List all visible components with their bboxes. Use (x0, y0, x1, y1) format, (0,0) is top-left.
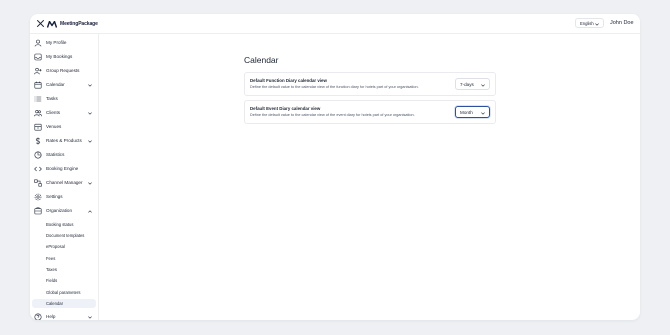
language-select[interactable]: English (575, 18, 604, 28)
sidebar-item-channel-manager[interactable]: Channel Manager (32, 177, 96, 188)
sidebar-item-label: Tasks (46, 96, 58, 101)
submenu-item-document-templates[interactable]: Document templates (32, 231, 96, 240)
select-value: Month (460, 109, 473, 115)
sidebar-item-booking-engine[interactable]: Booking Engine (32, 163, 96, 174)
submenu-item-global-parameters[interactable]: Global parameters (32, 288, 96, 297)
help-icon (34, 313, 42, 320)
sidebar-item-label: Rates & Products (46, 138, 82, 143)
setting-title: Default Event Diary calendar view (250, 106, 321, 111)
sidebar-item-calendar[interactable]: Calendar (32, 79, 96, 90)
sidebar-item-label: Organization (46, 208, 73, 213)
chevron-down-icon (88, 315, 92, 320)
building-icon (34, 123, 42, 131)
inbox-icon (34, 53, 42, 61)
setting-title: Default Function Diary calendar view (250, 78, 327, 83)
sidebar-item-label: Group Requests (46, 68, 80, 73)
submenu-item-booking-status[interactable]: Booking status (32, 220, 96, 229)
user-menu[interactable]: John Doe (610, 20, 634, 26)
sidebar-item-rates-products[interactable]: Rates & Products (32, 135, 96, 146)
users-icon (34, 109, 42, 117)
sidebar: My Profile My Bookings Group Requests Ca… (30, 34, 99, 320)
calendar-icon (34, 81, 42, 89)
chevron-down-icon (481, 83, 485, 88)
sidebar-item-label: Venues (46, 124, 62, 129)
submenu-label: Global parameters (46, 290, 81, 295)
code-icon (34, 165, 42, 173)
submenu-item-eproposal[interactable]: eProposal (32, 242, 96, 251)
sidebar-item-clients[interactable]: Clients (32, 107, 96, 118)
submenu-label: Document templates (46, 233, 85, 238)
channels-icon (34, 179, 42, 187)
sidebar-item-help[interactable]: Help (32, 311, 96, 320)
submenu-item-calendar[interactable]: Calendar (32, 299, 96, 308)
dollar-icon (34, 137, 42, 145)
submenu-item-fields[interactable]: Fields (32, 276, 96, 285)
organization-icon (34, 207, 42, 215)
sidebar-item-label: Help (46, 314, 56, 319)
sidebar-item-settings[interactable]: Settings (32, 191, 96, 202)
sidebar-item-my-bookings[interactable]: My Bookings (32, 51, 96, 62)
sidebar-item-label: Clients (46, 110, 61, 115)
sidebar-item-label: Statistics (46, 152, 65, 157)
setting-description: Define the default value to the calendar… (250, 85, 419, 89)
sidebar-item-group-requests[interactable]: Group Requests (32, 65, 96, 76)
submenu-label: Fields (46, 278, 58, 283)
brand-name: MeetingPackage (60, 21, 98, 27)
language-value: English (580, 20, 594, 26)
list-icon (34, 95, 42, 103)
select-value: 7-days (460, 81, 474, 87)
sidebar-item-label: My Profile (46, 40, 67, 45)
chevron-down-icon (88, 111, 92, 116)
user-icon (34, 39, 42, 47)
submenu-label: eProposal (46, 244, 65, 249)
setting-card-event-diary: Default Event Diary calendar view Define… (244, 100, 496, 124)
sidebar-item-label: My Bookings (46, 54, 73, 59)
sidebar-item-my-profile[interactable]: My Profile (32, 37, 96, 48)
chevron-down-icon (88, 181, 92, 186)
setting-description: Define the default value to the calendar… (250, 113, 415, 117)
sidebar-item-label: Settings (46, 194, 63, 199)
submenu-item-fees[interactable]: Fees (32, 254, 96, 263)
submenu-label: Fees (46, 256, 56, 261)
gear-icon (34, 193, 42, 201)
sidebar-item-tasks[interactable]: Tasks (32, 93, 96, 104)
submenu-label: Taxes (46, 267, 57, 272)
sidebar-item-label: Channel Manager (46, 180, 83, 185)
sidebar-item-organization[interactable]: Organization (32, 205, 96, 216)
function-diary-view-select[interactable]: 7-days (455, 78, 490, 90)
chevron-down-icon (88, 139, 92, 144)
chevron-down-icon (88, 83, 92, 88)
chevron-up-icon (88, 209, 92, 214)
brand-logo[interactable]: MeetingPackage (47, 19, 98, 29)
top-bar: MeetingPackage English John Doe (30, 14, 640, 34)
submenu-item-taxes[interactable]: Taxes (32, 265, 96, 274)
sidebar-item-statistics[interactable]: Statistics (32, 149, 96, 160)
sidebar-item-venues[interactable]: Venues (32, 121, 96, 132)
chevron-down-icon (481, 111, 485, 116)
setting-card-function-diary: Default Function Diary calendar view Def… (244, 72, 496, 96)
page-title: Calendar (244, 55, 279, 65)
logo-mark-icon (47, 20, 57, 28)
submenu-label: Booking status (46, 222, 74, 227)
sidebar-item-label: Booking Engine (46, 166, 79, 171)
pie-chart-icon (34, 151, 42, 159)
user-plus-icon (34, 67, 42, 75)
close-icon[interactable] (36, 19, 45, 28)
event-diary-view-select[interactable]: Month (455, 106, 490, 118)
submenu-label: Calendar (46, 301, 63, 306)
main-content: Calendar Default Function Diary calendar… (99, 34, 640, 320)
sidebar-item-label: Calendar (46, 82, 65, 87)
app-window: MeetingPackage English John Doe My Profi… (30, 14, 640, 320)
chevron-down-icon (595, 22, 599, 27)
